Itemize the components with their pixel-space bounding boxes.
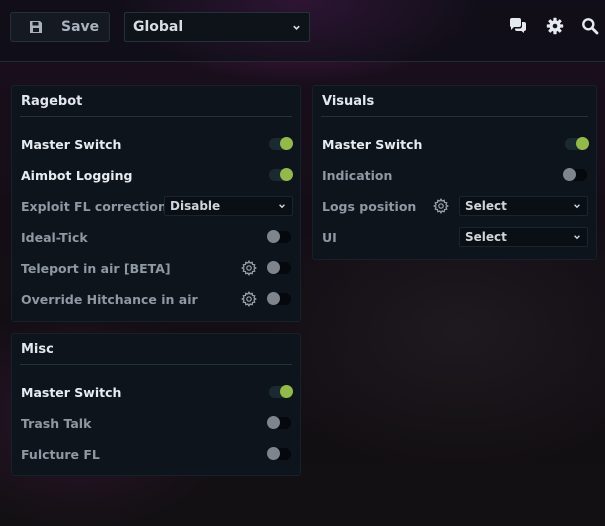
exploit-fl-value: Disable [170,199,221,213]
visuals-master-switch-row: Master Switch [313,129,596,160]
fulcture-fl-label: Fulcture FL [21,447,100,462]
logs-position-value: Select [465,199,507,213]
visuals-master-switch-toggle[interactable] [565,137,589,150]
misc-master-switch-toggle[interactable] [269,385,293,398]
ragebot-panel: Ragebot Master Switch Aimbot Logging Exp… [11,85,301,322]
chevron-down-icon [279,204,285,209]
fulcture-fl-row: Fulcture FL [12,439,300,470]
ui-value: Select [465,230,507,244]
gear-icon[interactable] [241,291,257,307]
trash-talk-label: Trash Talk [21,416,92,431]
search-icon[interactable] [581,17,599,35]
indication-row: Indication [313,160,596,191]
chevron-down-icon [574,235,580,240]
config-select-value: Global [133,19,184,35]
logs-position-label: Logs position [322,199,417,214]
aimbot-logging-row: Aimbot Logging [12,160,300,191]
gear-icon[interactable] [241,260,257,276]
aimbot-logging-toggle[interactable] [269,168,293,181]
teleport-label: Teleport in air [BETA] [21,261,171,276]
misc-master-switch-label: Master Switch [21,385,122,400]
ragebot-master-switch-toggle[interactable] [269,137,293,150]
teleport-toggle[interactable] [267,261,291,274]
misc-panel: Misc Master Switch Trash Talk Fulcture F… [11,333,301,476]
ideal-tick-toggle[interactable] [267,230,291,243]
gear-icon[interactable] [546,17,564,35]
logs-position-dropdown[interactable]: Select [459,196,588,216]
fulcture-fl-toggle[interactable] [267,447,291,460]
teleport-row: Teleport in air [BETA] [12,253,300,284]
ui-label: UI [322,230,337,245]
exploit-fl-dropdown[interactable]: Disable [164,196,293,216]
visuals-master-switch-label: Master Switch [322,137,423,152]
exploit-fl-row: Exploit FL correction Disable [12,191,300,222]
ui-row: UI Select [313,222,596,253]
ideal-tick-label: Ideal-Tick [21,230,88,245]
override-hitchance-toggle[interactable] [267,292,291,305]
override-hitchance-row: Override Hitchance in air [12,284,300,315]
save-button[interactable]: Save [10,12,110,42]
ui-dropdown[interactable]: Select [459,227,588,247]
ideal-tick-row: Ideal-Tick [12,222,300,253]
ragebot-master-switch-label: Master Switch [21,137,122,152]
misc-title: Misc [21,341,54,357]
config-select[interactable]: Global [124,12,310,42]
save-label: Save [61,19,100,35]
save-icon [30,21,42,33]
chevron-down-icon [574,204,580,209]
ragebot-title: Ragebot [21,93,83,109]
visuals-title: Visuals [322,93,375,109]
trash-talk-row: Trash Talk [12,408,300,439]
ragebot-master-switch-row: Master Switch [12,129,300,160]
trash-talk-toggle[interactable] [267,416,291,429]
override-hitchance-label: Override Hitchance in air [21,292,198,307]
top-bar: Save Global [0,0,605,62]
indication-toggle[interactable] [563,168,587,181]
chat-icon[interactable] [509,17,527,35]
visuals-panel: Visuals Master Switch Indication Logs po… [312,85,597,260]
gear-icon[interactable] [433,198,449,214]
exploit-fl-label: Exploit FL correction [21,199,167,214]
chevron-down-icon [293,25,300,30]
indication-label: Indication [322,168,393,183]
logs-position-row: Logs position Select [313,191,596,222]
aimbot-logging-label: Aimbot Logging [21,168,133,183]
misc-master-switch-row: Master Switch [12,377,300,408]
